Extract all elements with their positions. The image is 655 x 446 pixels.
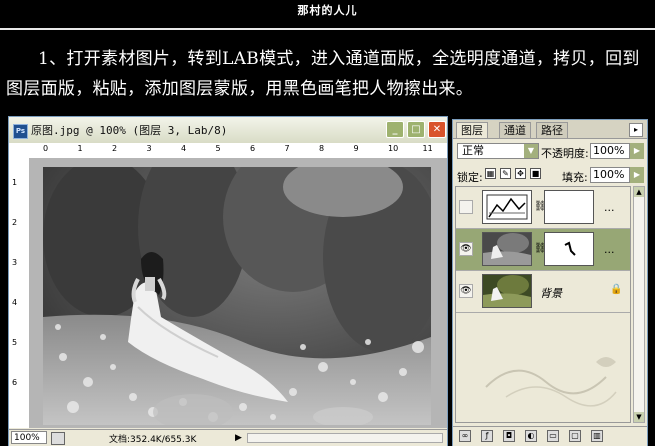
- document-window: Ps 原图.jpg @ 100% (图层 3, Lab/8) _ □ ✕ 0 1 2…: [8, 116, 448, 446]
- layer-mask-thumbnail[interactable]: [544, 232, 594, 266]
- layer-thumbnail: [482, 232, 532, 266]
- ruler-label: 1: [12, 178, 18, 187]
- minimize-button[interactable]: _: [386, 121, 404, 138]
- ruler-label: 11: [422, 144, 433, 153]
- ruler-label: 3: [12, 258, 18, 267]
- document-title: 原图.jpg @ 100% (图层 3, Lab/8): [31, 124, 228, 137]
- ruler-label: 2: [12, 218, 18, 227]
- scroll-down-icon[interactable]: ▼: [634, 412, 644, 422]
- layer-row[interactable]: ⛓ ...: [456, 187, 630, 229]
- layer-list: ⛓ ... 👁 ⛓ ... 👁 背景 🔒: [455, 186, 631, 423]
- ruler-label: 4: [12, 298, 18, 307]
- ruler-label: 5: [12, 338, 18, 347]
- trash-icon[interactable]: ▥: [591, 430, 603, 442]
- watermark-decoration: [485, 357, 617, 407]
- document-photo[interactable]: [43, 167, 431, 425]
- opacity-label: 不透明度:: [541, 147, 589, 160]
- layers-panel: 图层 通道 路径 ▸ 正常 ▼ 不透明度: 100% ▶ 锁定: ▦ ✎ ✥ ■…: [452, 119, 648, 446]
- fill-field[interactable]: 100%: [590, 167, 630, 183]
- ruler-label: 7: [284, 144, 290, 153]
- adjustment-icon[interactable]: ◐: [525, 430, 537, 442]
- horizontal-ruler[interactable]: 0 1 2 3 4 5 6 7 8 9 10 11: [29, 143, 447, 159]
- document-size-info: 文档:352.4K/655.3K: [109, 435, 197, 445]
- blend-mode-select[interactable]: 正常 ▼: [457, 143, 539, 159]
- ruler-label: 4: [181, 144, 187, 153]
- vertical-scrollbar[interactable]: ▲ ▼: [633, 186, 645, 423]
- background-layer-name: 背景: [540, 287, 562, 300]
- vertical-ruler[interactable]: 1 2 3 4 5 6: [9, 158, 30, 428]
- lock-transparency-icon[interactable]: ▦: [485, 168, 496, 179]
- blend-mode-value: 正常: [462, 144, 484, 157]
- status-menu-arrow-icon[interactable]: ▶: [235, 433, 242, 443]
- ruler-label: 2: [112, 144, 118, 153]
- banner-divider: [0, 28, 655, 30]
- maximize-button[interactable]: □: [407, 121, 425, 138]
- banner-title: 那村的人儿: [297, 4, 358, 17]
- ruler-label: 1: [77, 144, 83, 153]
- layer-name: ...: [604, 243, 615, 256]
- instruction-text: 1、打开素材图片，转到LAB模式，进入通道面版，全选明度通道，拷贝，回到图层面版…: [6, 49, 640, 99]
- visibility-toggle[interactable]: [459, 200, 473, 214]
- layer-name: ...: [604, 201, 615, 214]
- ruler-label: 0: [43, 144, 49, 153]
- lock-move-icon[interactable]: ✥: [515, 168, 526, 179]
- lock-label: 锁定:: [457, 171, 483, 184]
- mask-icon[interactable]: ◘: [503, 430, 515, 442]
- scroll-up-icon[interactable]: ▲: [634, 187, 644, 197]
- fill-arrow-icon[interactable]: ▶: [630, 167, 644, 183]
- eye-icon[interactable]: 👁: [459, 284, 473, 298]
- ruler-label: 5: [215, 144, 221, 153]
- panel-menu-icon[interactable]: ▸: [629, 123, 643, 137]
- fx-icon[interactable]: ƒ: [481, 430, 493, 442]
- levels-adjustment-icon: [482, 190, 532, 224]
- status-bar: 100% 文档:352.4K/655.3K ▶: [9, 429, 447, 446]
- panel-tabs: 图层 通道 路径 ▸: [453, 120, 647, 139]
- folder-icon[interactable]: ▭: [547, 430, 559, 442]
- ruler-label: 9: [353, 144, 359, 153]
- opacity-field[interactable]: 100%: [590, 143, 630, 159]
- tab-layers[interactable]: 图层: [456, 122, 488, 138]
- lock-all-icon[interactable]: ■: [530, 168, 541, 179]
- link-layers-icon[interactable]: ∞: [459, 430, 471, 442]
- opacity-arrow-icon[interactable]: ▶: [630, 143, 644, 159]
- layer-row-selected[interactable]: 👁 ⛓ ...: [456, 229, 630, 271]
- chevron-down-icon[interactable]: ▼: [524, 144, 538, 158]
- zoom-field[interactable]: 100%: [11, 431, 47, 444]
- ruler-label: 6: [250, 144, 256, 153]
- ruler-corner[interactable]: [9, 143, 30, 159]
- layer-row-background[interactable]: 👁 背景 🔒: [456, 271, 630, 313]
- layers-bottom-toolbar: ∞ ƒ ◘ ◐ ▭ ▢ ▥: [453, 426, 647, 446]
- new-layer-icon[interactable]: ▢: [569, 430, 581, 442]
- tab-channels[interactable]: 通道: [499, 122, 531, 138]
- tab-paths[interactable]: 路径: [536, 122, 568, 138]
- lock-icon: 🔒: [610, 284, 623, 295]
- horizontal-scrollbar[interactable]: [247, 433, 443, 443]
- ruler-label: 10: [388, 144, 399, 153]
- ps-app-icon: Ps: [13, 124, 28, 139]
- ruler-label: 8: [319, 144, 325, 153]
- background-thumbnail: [482, 274, 532, 308]
- eye-icon[interactable]: 👁: [459, 242, 473, 256]
- ruler-label: 3: [146, 144, 152, 153]
- status-info-icon[interactable]: [51, 432, 65, 445]
- fill-label: 填充:: [562, 171, 588, 184]
- layer-mask-thumbnail[interactable]: [544, 190, 594, 224]
- lock-brush-icon[interactable]: ✎: [500, 168, 511, 179]
- ruler-label: 6: [12, 378, 18, 387]
- close-button[interactable]: ✕: [428, 121, 446, 138]
- document-titlebar[interactable]: Ps 原图.jpg @ 100% (图层 3, Lab/8) _ □ ✕: [9, 117, 447, 143]
